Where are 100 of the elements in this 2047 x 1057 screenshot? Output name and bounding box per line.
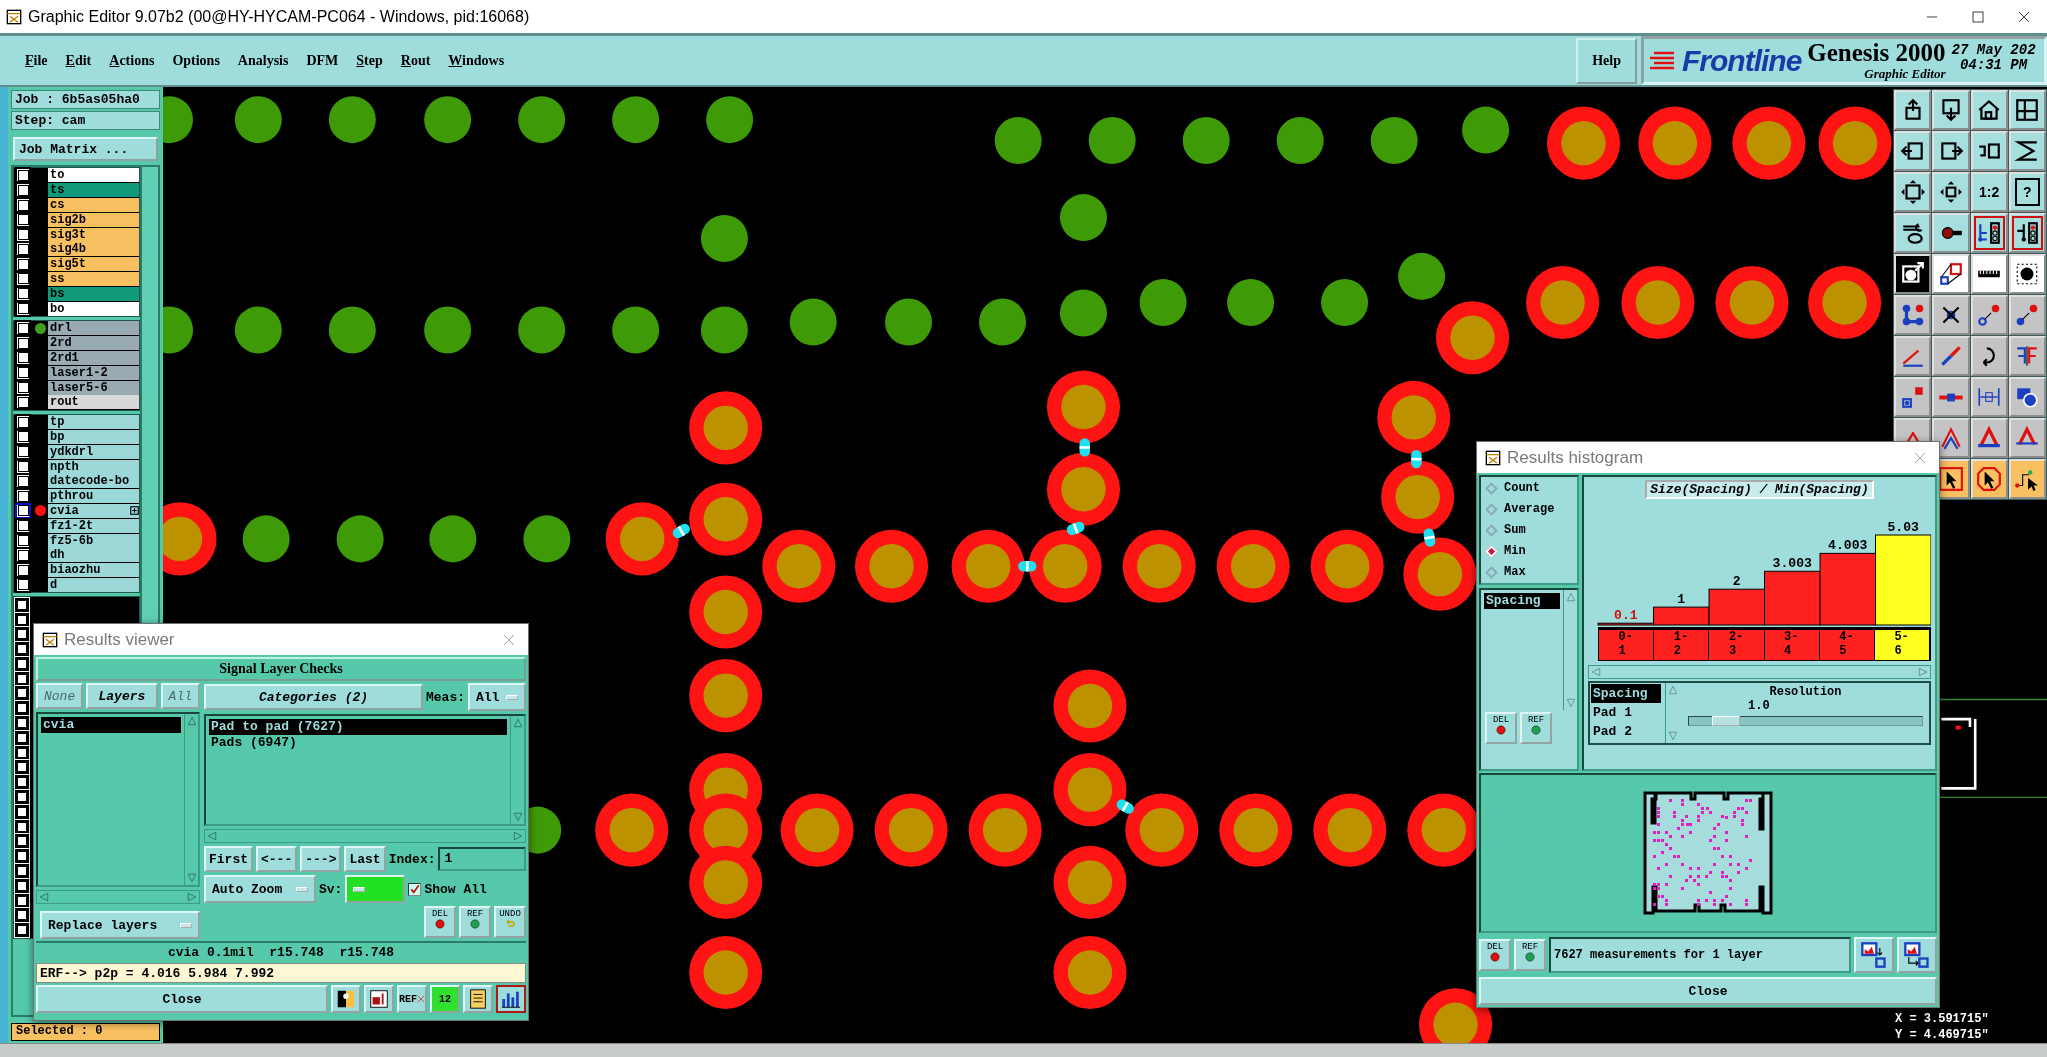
layer-name[interactable]: d bbox=[48, 577, 139, 592]
navigation-button[interactable]: <--- bbox=[256, 846, 298, 872]
layer-name[interactable]: to bbox=[48, 168, 139, 183]
layer-name[interactable]: ydkdrl bbox=[48, 444, 139, 459]
small-button[interactable]: REF bbox=[459, 906, 491, 938]
layer-name[interactable]: sig2b bbox=[48, 212, 139, 227]
list-item[interactable]: Pad 2 bbox=[1591, 722, 1661, 741]
panel-heading: Signal Layer Checks bbox=[36, 657, 526, 681]
replace-layers-dropdown[interactable]: Replace layers bbox=[40, 911, 200, 939]
small-button[interactable]: UNDO bbox=[494, 906, 526, 938]
mode-radio[interactable]: Sum bbox=[1485, 523, 1573, 537]
close-button[interactable]: Close bbox=[1479, 977, 1937, 1005]
menu-item[interactable]: Windows bbox=[439, 48, 514, 73]
bar-value-label: 5.03 bbox=[1887, 520, 1919, 535]
layer-name[interactable]: rout bbox=[48, 395, 139, 410]
window-title: Graphic Editor 9.07b2 (00@HY-HYCAM-PC064 - Windows, pid:16068) bbox=[28, 7, 530, 26]
small-button[interactable]: REF bbox=[1520, 712, 1552, 744]
index-label: Index: bbox=[388, 851, 436, 867]
list-item[interactable]: Spacing bbox=[1484, 593, 1560, 609]
navigation-button[interactable]: First bbox=[204, 846, 253, 872]
bar-value-label: 1 bbox=[1677, 592, 1686, 608]
layer-name[interactable]: bs bbox=[48, 286, 139, 301]
mode-radio[interactable]: Max bbox=[1485, 565, 1573, 579]
layer-name[interactable]: biaozhu bbox=[48, 563, 139, 578]
menu-item[interactable]: Options bbox=[163, 48, 229, 73]
navigation-button[interactable]: Last bbox=[344, 846, 386, 872]
time-text: 04:31 PM bbox=[1959, 58, 2028, 73]
job-name: Job : 6b5as05ha0 bbox=[11, 90, 160, 109]
menu-item[interactable]: Actions bbox=[100, 48, 164, 73]
job-matrix-button[interactable]: Job Matrix ... bbox=[13, 137, 158, 161]
crossed-ref-button[interactable]: REF bbox=[397, 985, 427, 1013]
layer-name[interactable]: bo bbox=[48, 301, 139, 316]
layer-name[interactable]: fz5-6b bbox=[48, 533, 139, 548]
category-cell: 0-1 bbox=[1599, 630, 1655, 660]
layer-name[interactable]: sig4b bbox=[48, 242, 139, 257]
category-cell: 1-2 bbox=[1654, 630, 1710, 660]
step-name: Step: cam bbox=[11, 111, 160, 130]
product-name: Genesis 2000 bbox=[1807, 39, 1946, 66]
layer-name[interactable]: laser1-2 bbox=[48, 365, 139, 380]
window-title: Results histogram bbox=[1507, 447, 1644, 468]
chart-title: Size(Spacing) / Min(Spacing) bbox=[1645, 480, 1874, 499]
layer-name[interactable]: 2rd1 bbox=[48, 350, 139, 365]
list-item[interactable]: Pads (6947) bbox=[209, 735, 507, 751]
layer-name[interactable]: cvia bbox=[48, 503, 139, 518]
menu-item[interactable]: File bbox=[16, 48, 57, 73]
small-button[interactable]: DEL bbox=[1485, 712, 1517, 744]
layer-name[interactable]: drl bbox=[48, 321, 139, 336]
layer-name[interactable]: tp bbox=[48, 415, 139, 430]
layer-name[interactable]: ss bbox=[48, 271, 139, 286]
resolution-value: 1.0 bbox=[1747, 699, 1771, 713]
close-button[interactable]: Close bbox=[36, 985, 328, 1013]
menu-item[interactable]: Edit bbox=[56, 48, 101, 73]
layer-name[interactable]: cs bbox=[48, 198, 139, 212]
mode-radio[interactable]: Average bbox=[1485, 502, 1573, 516]
list-item[interactable]: Pad 1 bbox=[1591, 703, 1661, 722]
window-title: Results viewer bbox=[64, 629, 175, 650]
help-button[interactable]: ? bbox=[2008, 172, 2046, 212]
show-all-label: Show All bbox=[424, 881, 487, 897]
meas-dropdown[interactable]: All bbox=[468, 683, 526, 711]
layer-name[interactable]: laser5-6 bbox=[48, 380, 139, 395]
category-cell: 5-6 bbox=[1874, 630, 1931, 660]
menu-item[interactable]: Rout bbox=[391, 48, 440, 73]
layer-name[interactable]: fz1-2t bbox=[48, 518, 139, 533]
zoom-ratio-button[interactable]: 1:2 bbox=[1970, 172, 2008, 212]
layer-name[interactable]: sig3t bbox=[48, 227, 139, 242]
menu-item[interactable]: DFM bbox=[297, 48, 348, 73]
layer-name[interactable]: sig5t bbox=[48, 257, 139, 272]
small-button[interactable]: REF bbox=[1514, 939, 1546, 971]
list-item[interactable]: Spacing bbox=[1591, 684, 1661, 703]
zoom-mode-dropdown[interactable]: Auto Zoom bbox=[204, 875, 316, 903]
layer-filter-button[interactable]: Layers bbox=[86, 683, 158, 709]
list-item[interactable]: cvia bbox=[41, 717, 181, 733]
mode-radio[interactable]: Min bbox=[1485, 544, 1573, 558]
layer-name[interactable]: dh bbox=[48, 548, 139, 563]
index-field[interactable]: 1 bbox=[438, 847, 526, 871]
layer-name[interactable]: datecode-bo bbox=[48, 474, 139, 489]
categories-button[interactable]: Categories (2) bbox=[204, 684, 423, 710]
bar-value-label: 0.1 bbox=[1614, 608, 1638, 624]
count-button[interactable]: 12 bbox=[430, 985, 460, 1013]
layer-name[interactable]: pthrou bbox=[48, 489, 139, 504]
mode-radio[interactable]: Count bbox=[1485, 481, 1573, 495]
category-cell: 4-5 bbox=[1819, 630, 1875, 660]
bar-value-label: 3.003 bbox=[1772, 556, 1812, 572]
list-item[interactable]: Pad to pad (7627) bbox=[209, 719, 507, 735]
menu-item[interactable]: Step bbox=[347, 48, 392, 73]
coordinate-readout: X = 3.591715" bbox=[1894, 1011, 1990, 1027]
small-button[interactable]: DEL bbox=[1479, 939, 1511, 971]
layer-name[interactable]: npth bbox=[48, 459, 139, 474]
help-menu[interactable]: Help bbox=[1576, 37, 1637, 84]
menu-item[interactable]: Analysis bbox=[228, 48, 298, 73]
coordinate-readout: Y = 4.469715" bbox=[1894, 1027, 1990, 1043]
layer-name[interactable]: bp bbox=[48, 429, 139, 444]
navigation-button[interactable]: ---> bbox=[300, 846, 342, 872]
small-button[interactable]: DEL bbox=[424, 906, 456, 938]
measurement-summary: 7627 measurements for 1 layer bbox=[1549, 937, 1851, 973]
x-tick-label: 1-2 bbox=[1673, 630, 1689, 660]
x-tick-label: 3-4 bbox=[1784, 630, 1800, 660]
layer-name[interactable]: 2rd bbox=[48, 336, 139, 351]
layer-name[interactable]: ts bbox=[48, 183, 139, 198]
category-cell: 2-3 bbox=[1709, 630, 1765, 660]
